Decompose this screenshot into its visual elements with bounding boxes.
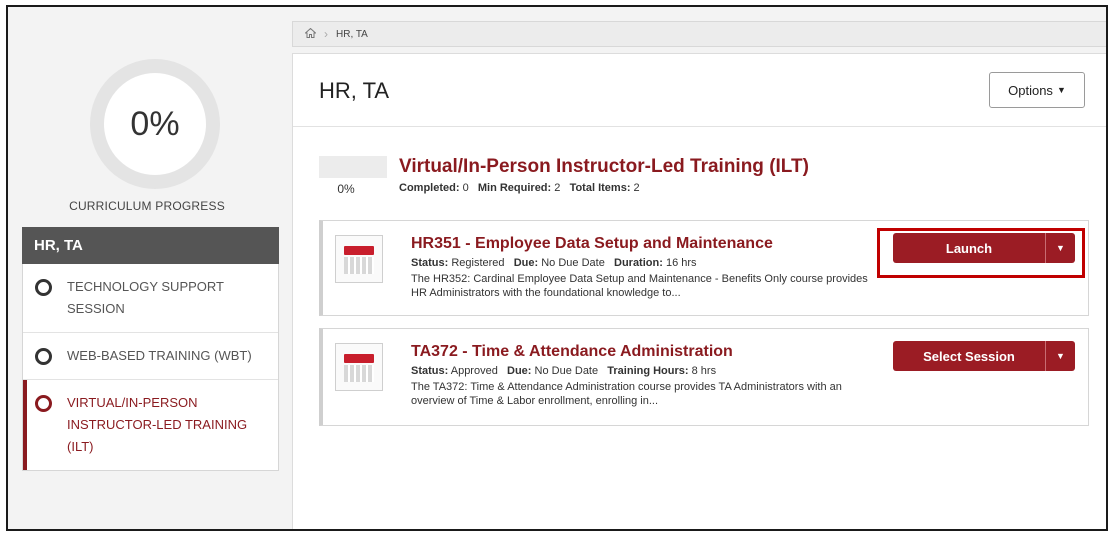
select-session-button-group: Select Session ▼	[893, 341, 1075, 371]
options-button-label: Options	[1008, 82, 1053, 98]
curriculum-progress-caption: CURRICULUM PROGRESS	[69, 199, 225, 213]
sidebar-item-label: TECHNOLOGY SUPPORT SESSION	[67, 279, 224, 316]
curriculum-progress-value: 0%	[104, 73, 206, 175]
sidebar-item-label: WEB-BASED TRAINING (WBT)	[67, 348, 252, 363]
due-label: Due:	[507, 365, 532, 377]
course-title-link[interactable]: HR351 - Employee Data Setup and Maintena…	[411, 235, 773, 253]
status-label: Status:	[411, 365, 449, 377]
course-card: TA372 - Time & Attendance Administration…	[319, 328, 1089, 426]
total-items-label: Total Items:	[569, 182, 631, 194]
course-meta: Status: Registered Due: No Due Date Dura…	[411, 257, 697, 269]
breadcrumb-current: HR, TA	[336, 28, 368, 40]
select-session-button[interactable]: Select Session	[893, 341, 1045, 371]
duration-value: 16 hrs	[665, 257, 697, 269]
options-button[interactable]: Options ▼	[989, 72, 1085, 108]
min-required-label: Min Required:	[477, 182, 552, 194]
caret-down-icon: ▼	[1056, 243, 1065, 253]
caret-down-icon: ▼	[1056, 85, 1066, 95]
app-frame: 0% CURRICULUM PROGRESS HR, TA TECHNOLOGY…	[6, 5, 1108, 531]
sidebar-item-web-based-training[interactable]: WEB-BASED TRAINING (WBT)	[23, 333, 278, 380]
section-stats: Completed: 0 Min Required: 2 Total Items…	[399, 182, 640, 194]
curriculum-progress-ring: 0%	[90, 59, 220, 189]
section-title: Virtual/In-Person Instructor-Led Trainin…	[399, 156, 809, 177]
course-description: The TA372: Time & Attendance Administrat…	[411, 381, 842, 407]
training-hours-value: 8 hrs	[691, 365, 717, 377]
course-description: The HR352: Cardinal Employee Data Setup …	[411, 273, 868, 299]
breadcrumb: › HR, TA	[292, 21, 1106, 47]
header-divider	[293, 126, 1106, 127]
completed-value: 0	[462, 182, 469, 194]
section-progress-value: 0%	[337, 182, 355, 196]
launch-button-group: Launch ▼	[893, 233, 1075, 263]
duration-label: Duration:	[614, 257, 663, 269]
calendar-icon	[335, 343, 383, 391]
curriculum-title: HR, TA	[22, 227, 279, 264]
circle-status-icon	[35, 395, 52, 412]
total-items-value: 2	[633, 182, 640, 194]
home-icon[interactable]	[304, 27, 317, 41]
caret-down-icon: ▼	[1056, 351, 1065, 361]
status-value: Approved	[450, 365, 498, 377]
curriculum-section-list: TECHNOLOGY SUPPORT SESSION WEB-BASED TRA…	[22, 264, 279, 471]
sidebar-item-instructor-led-training[interactable]: VIRTUAL/IN-PERSON INSTRUCTOR-LED TRAININ…	[23, 380, 278, 470]
due-value: No Due Date	[534, 365, 599, 377]
sidebar-item-label: VIRTUAL/IN-PERSON INSTRUCTOR-LED TRAININ…	[67, 395, 248, 454]
min-required-value: 2	[554, 182, 561, 194]
launch-dropdown-toggle[interactable]: ▼	[1045, 233, 1075, 263]
breadcrumb-separator-icon: ›	[324, 27, 328, 41]
due-value: No Due Date	[541, 257, 605, 269]
launch-button[interactable]: Launch	[893, 233, 1045, 263]
select-session-dropdown-toggle[interactable]: ▼	[1045, 341, 1075, 371]
sidebar-item-technology-support-session[interactable]: TECHNOLOGY SUPPORT SESSION	[23, 264, 278, 333]
circle-status-icon	[35, 348, 52, 365]
due-label: Due:	[513, 257, 539, 269]
page-title: HR, TA	[319, 78, 390, 103]
calendar-icon	[335, 235, 383, 283]
status-label: Status:	[411, 257, 449, 269]
circle-status-icon	[35, 279, 52, 296]
course-card: HR351 - Employee Data Setup and Maintena…	[319, 220, 1089, 316]
main-panel: HR, TA Options ▼ 0% Virtual/In-Person In…	[292, 53, 1106, 529]
sidebar: 0% CURRICULUM PROGRESS HR, TA TECHNOLOGY…	[8, 7, 286, 529]
course-meta: Status: Approved Due: No Due Date Traini…	[411, 365, 716, 377]
completed-label: Completed:	[399, 182, 460, 194]
status-value: Registered	[451, 257, 505, 269]
section-progress-bar	[319, 156, 387, 178]
course-title-link[interactable]: TA372 - Time & Attendance Administration	[411, 343, 733, 361]
training-hours-label: Training Hours:	[607, 365, 689, 377]
